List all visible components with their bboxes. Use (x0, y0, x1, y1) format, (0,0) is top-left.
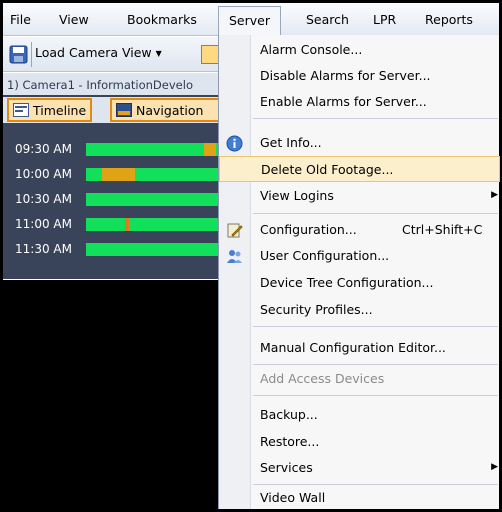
tab-timeline-label: Timeline (33, 103, 87, 118)
menu-item-delete-old-footage[interactable]: Delete Old Footage... (219, 156, 500, 182)
timeline-bar[interactable] (86, 168, 225, 181)
timeline-time: 10:30 AM (15, 192, 72, 206)
timeline-icon (13, 103, 29, 117)
menu-item-restore[interactable]: Restore... (219, 429, 500, 455)
menu-separator (253, 213, 498, 214)
menu-item-view-logins[interactable]: View Logins ▶ (219, 183, 500, 209)
menu-item-label: Device Tree Configuration... (260, 275, 434, 290)
camera-panel: 1) Camera1 - InformationDevelo Timeline … (3, 73, 225, 279)
menu-item-label: Video Wall (260, 490, 326, 505)
menu-item-configuration[interactable]: Configuration... Ctrl+Shift+C (219, 217, 500, 243)
menu-item-security-profiles[interactable]: Security Profiles... (219, 297, 500, 323)
menu-lpr[interactable]: LPR (373, 12, 396, 27)
menu-item-label: Get Info... (260, 135, 322, 150)
menu-separator (253, 118, 498, 119)
menu-item-label: Enable Alarms for Server... (260, 94, 427, 109)
menu-item-user-configuration[interactable]: User Configuration... (219, 243, 500, 269)
menu-item-manual-configuration-editor[interactable]: Manual Configuration Editor... (219, 335, 500, 361)
menu-item-label: Manual Configuration Editor... (260, 340, 446, 355)
menu-item-services[interactable]: Services ▶ (219, 455, 500, 481)
timeline-bar[interactable] (86, 143, 225, 156)
menu-item-label: Alarm Console... (260, 42, 363, 57)
timeline-row[interactable]: 09:30 AM (15, 142, 225, 157)
timeline-event[interactable] (204, 143, 216, 156)
tab-timeline[interactable]: Timeline (7, 98, 93, 122)
save-icon[interactable] (9, 45, 28, 64)
menu-item-video-wall[interactable]: Video Wall (219, 485, 500, 511)
timeline-bar[interactable] (86, 193, 225, 206)
tab-navigation[interactable]: Navigation (110, 98, 223, 122)
timeline-time: 09:30 AM (15, 142, 72, 156)
submenu-arrow-icon: ▶ (491, 462, 498, 472)
menu-item-label: Add Access Devices (260, 371, 385, 386)
menu-item-enable-alarms[interactable]: Enable Alarms for Server... (219, 89, 500, 115)
menu-item-device-tree-configuration[interactable]: Device Tree Configuration... (219, 270, 500, 296)
menu-item-shortcut: Ctrl+Shift+C (402, 222, 483, 237)
dropdown-arrow-icon: ▼ (155, 49, 162, 58)
menu-item-label: Backup... (260, 407, 318, 422)
toolbar-separator (31, 42, 32, 67)
menu-reports[interactable]: Reports (425, 12, 473, 27)
menu-item-label: Security Profiles... (260, 302, 373, 317)
camera-title: 1) Camera1 - InformationDevelo (3, 73, 225, 95)
menu-server[interactable]: Server (218, 6, 281, 36)
users-icon (226, 248, 243, 265)
video-area[interactable] (3, 280, 225, 509)
menu-bar: File View Bookmarks Server Search LPR Re… (3, 3, 499, 36)
timeline-time: 11:30 AM (15, 242, 72, 256)
timeline-row[interactable]: 11:00 AM (15, 217, 225, 232)
load-camera-view-label: Load Camera View (35, 45, 152, 60)
menu-item-label: Disable Alarms for Server... (260, 68, 431, 83)
menu-item-disable-alarms[interactable]: Disable Alarms for Server... (219, 63, 500, 89)
timeline-event[interactable] (102, 168, 135, 181)
menu-item-label: View Logins (260, 188, 334, 203)
timeline-time: 10:00 AM (15, 167, 72, 181)
info-icon (226, 135, 243, 152)
server-menu: Alarm Console... Disable Alarms for Serv… (218, 35, 500, 511)
timeline-bar[interactable] (86, 243, 225, 256)
menu-item-label: Services (260, 460, 313, 475)
timeline-event[interactable] (125, 218, 129, 231)
menu-item-get-info[interactable]: Get Info... (219, 130, 500, 156)
timeline-row[interactable]: 10:30 AM (15, 192, 225, 207)
menu-bookmarks[interactable]: Bookmarks (127, 12, 197, 27)
menu-separator (253, 326, 498, 327)
menu-separator (253, 395, 498, 396)
load-camera-view-button[interactable]: Load Camera View ▼ (35, 45, 162, 60)
navigation-icon (116, 103, 132, 117)
configuration-icon (226, 222, 243, 239)
toolbar: Load Camera View ▼ (3, 37, 225, 72)
menu-search[interactable]: Search (306, 12, 349, 27)
menu-item-label: Configuration... (260, 222, 357, 237)
menu-item-alarm-console[interactable]: Alarm Console... (219, 37, 500, 63)
timeline-row[interactable]: 10:00 AM (15, 167, 225, 182)
submenu-arrow-icon: ▶ (491, 190, 498, 200)
menu-item-add-access-devices: Add Access Devices (219, 366, 500, 392)
menu-view[interactable]: View (59, 12, 89, 27)
menu-file[interactable]: File (10, 12, 31, 27)
timeline-time: 11:00 AM (15, 217, 72, 231)
timeline-row[interactable]: 11:30 AM (15, 242, 225, 257)
timeline-bar[interactable] (86, 218, 225, 231)
menu-separator (253, 364, 498, 365)
menu-item-label: User Configuration... (260, 248, 390, 263)
menu-item-label: Restore... (260, 434, 320, 449)
menu-item-label: Delete Old Footage... (261, 162, 394, 177)
camera-tabbar: Timeline Navigation (3, 97, 225, 123)
tab-navigation-label: Navigation (136, 103, 204, 118)
menu-item-backup[interactable]: Backup... (219, 402, 500, 428)
